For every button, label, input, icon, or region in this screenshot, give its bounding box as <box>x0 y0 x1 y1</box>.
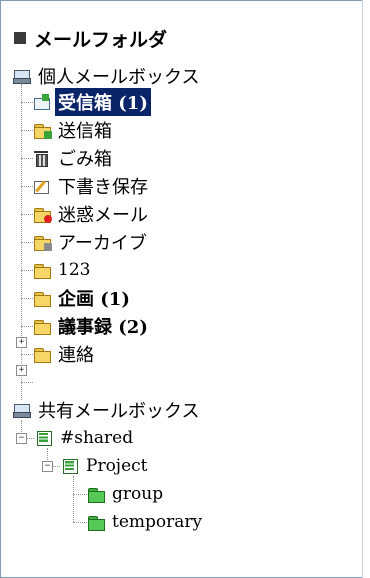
sent-folder-icon <box>33 122 52 139</box>
personal-mailbox-node[interactable]: 個人メールボックス <box>13 62 202 90</box>
personal-mailbox-label: 個人メールボックス <box>38 67 200 88</box>
mailbox-icon <box>13 402 31 418</box>
folder-group[interactable]: group <box>87 480 166 508</box>
shared-mailbox-icon <box>35 430 53 446</box>
junk-folder-icon <box>33 206 52 223</box>
expand-toggle[interactable]: + <box>16 365 27 376</box>
folder-icon <box>33 290 51 307</box>
draft-icon <box>33 178 51 194</box>
archive-folder-icon <box>33 234 52 251</box>
mail-folders-header: メールフォルダ <box>14 24 167 52</box>
folder-kikaku[interactable]: 企画 (1) <box>33 284 133 312</box>
folder-label: ごみ箱 <box>58 149 112 170</box>
collapse-toggle[interactable]: − <box>16 433 27 444</box>
folder-icon <box>33 318 51 335</box>
folder-label: group <box>112 484 164 504</box>
shared-mailbox-node[interactable]: 共有メールボックス <box>13 396 202 424</box>
shared-mailbox-icon <box>61 458 79 474</box>
header-label: メールフォルダ <box>34 28 168 51</box>
folder-label: #shared <box>60 428 134 448</box>
green-folder-icon <box>87 514 105 531</box>
folder-label: Project <box>86 456 148 476</box>
mailbox-icon <box>13 68 31 84</box>
folder-drafts[interactable]: 下書き保存 <box>33 172 151 200</box>
folder-label: 受信箱 (1) <box>55 88 151 116</box>
folder-label: 123 <box>58 260 91 280</box>
scrollbar[interactable] <box>362 0 370 578</box>
folder-project[interactable]: Project <box>61 452 150 480</box>
folder-renraku[interactable]: 連絡 <box>33 340 97 368</box>
collapse-toggle[interactable]: − <box>42 461 53 472</box>
folder-label: アーカイブ <box>58 233 147 254</box>
folder-archive[interactable]: アーカイブ <box>33 228 150 256</box>
folder-label: 迷惑メール <box>58 205 148 226</box>
folder-junk[interactable]: 迷惑メール <box>33 200 151 228</box>
folder-label: 連絡 <box>58 345 94 366</box>
header-square-icon <box>14 32 26 44</box>
green-folder-icon <box>87 486 105 503</box>
folder-shared[interactable]: #shared <box>35 424 136 452</box>
folder-label: 送信箱 <box>58 121 112 142</box>
folder-label: 議事録 (2) <box>58 317 148 338</box>
folder-gijiroku[interactable]: 議事録 (2) <box>33 312 151 340</box>
folder-label: 企画 (1) <box>58 289 130 310</box>
folder-123[interactable]: 123 <box>33 256 93 284</box>
folder-label: temporary <box>112 512 203 532</box>
folder-inbox[interactable]: 受信箱 (1) <box>33 88 151 116</box>
folder-icon <box>33 262 51 279</box>
folder-icon <box>33 346 51 363</box>
folder-temporary[interactable]: temporary <box>87 508 205 536</box>
inbox-icon <box>33 94 51 110</box>
shared-mailbox-label: 共有メールボックス <box>38 401 200 422</box>
trash-icon <box>33 150 51 167</box>
expand-toggle[interactable]: + <box>16 337 27 348</box>
folder-sent[interactable]: 送信箱 <box>33 116 115 144</box>
folder-trash[interactable]: ごみ箱 <box>33 144 115 172</box>
folder-label: 下書き保存 <box>58 177 148 198</box>
